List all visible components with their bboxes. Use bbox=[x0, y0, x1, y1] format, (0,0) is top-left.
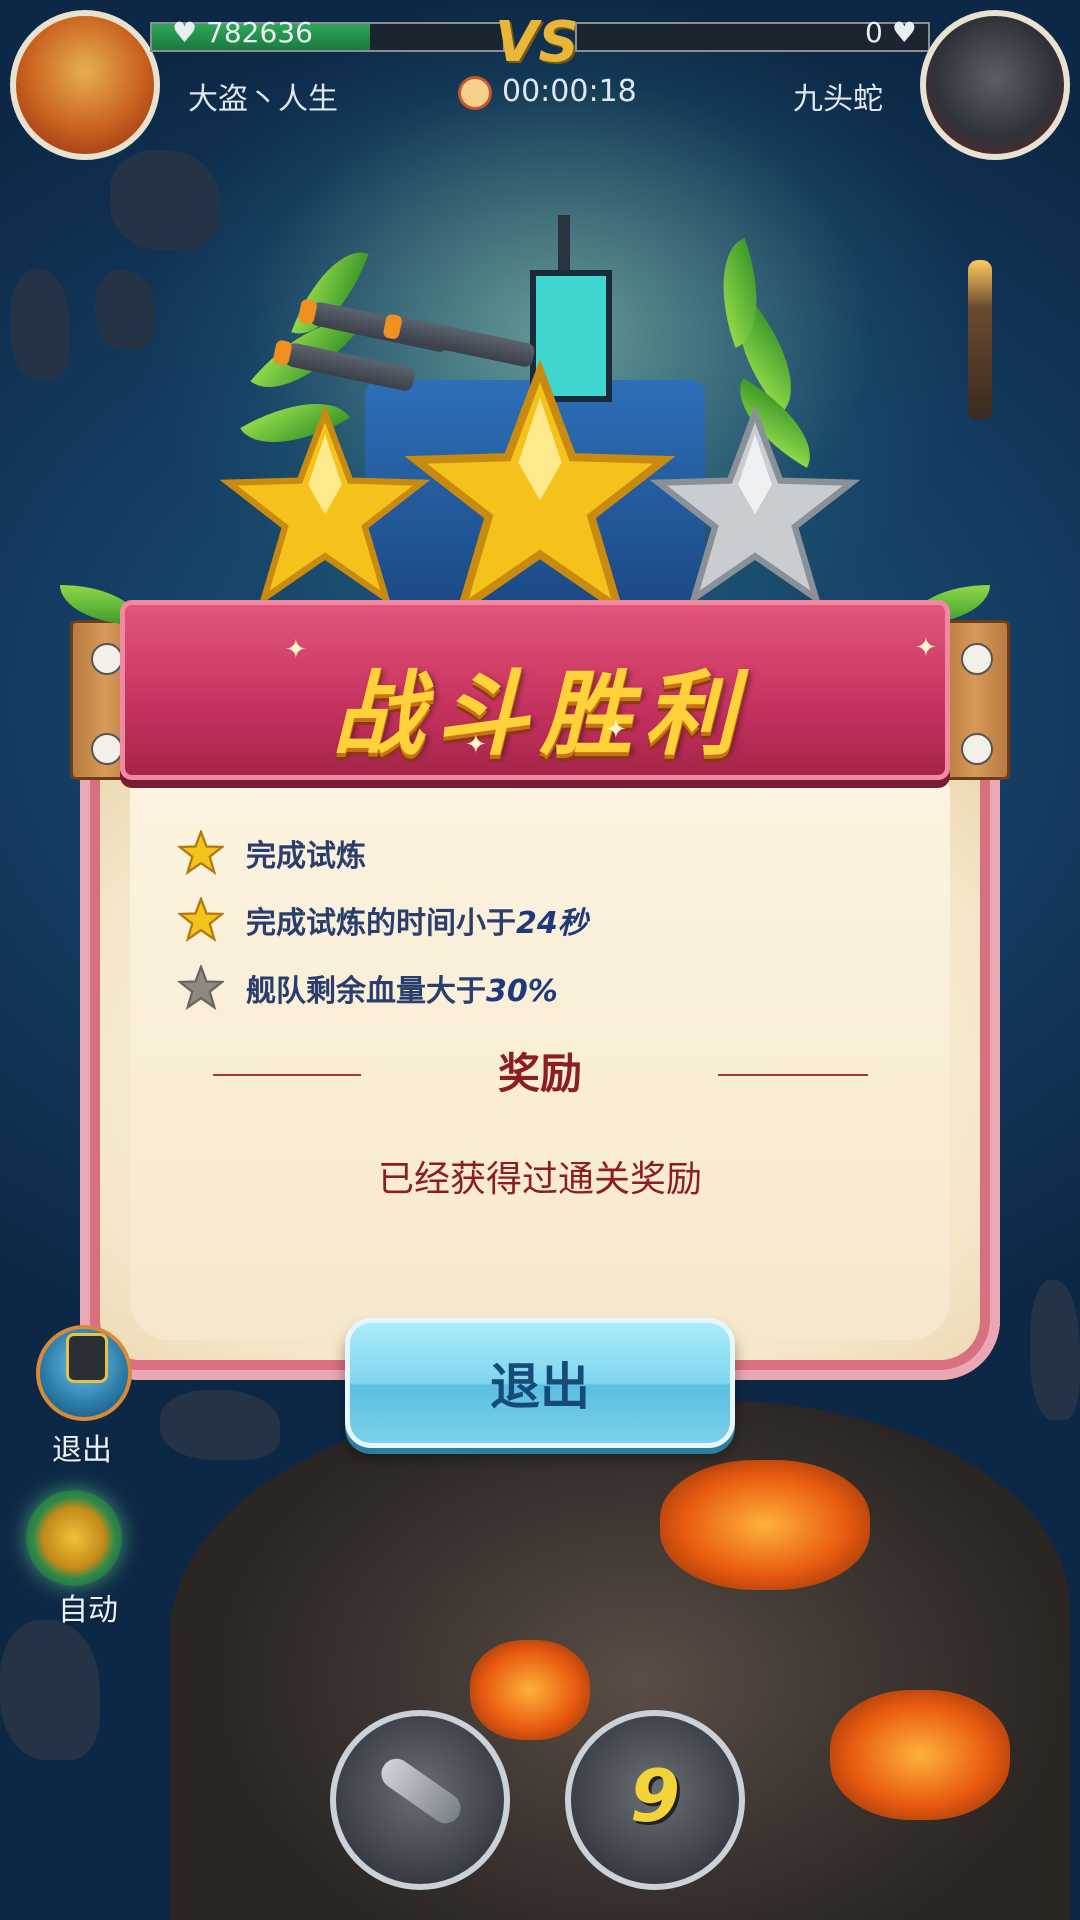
sea-rock bbox=[95, 270, 155, 350]
opponent-avatar[interactable] bbox=[920, 10, 1070, 160]
sea-rock bbox=[0, 1620, 100, 1760]
victory-title: 战斗胜利 bbox=[331, 661, 748, 768]
skill-charge-count: 9 bbox=[629, 1754, 681, 1838]
auto-gear-icon[interactable] bbox=[26, 1490, 122, 1586]
sparkle-icon: ✦ bbox=[465, 730, 487, 760]
sea-rock bbox=[160, 1390, 280, 1460]
player-hp-readout: ♥ 782636 bbox=[172, 16, 313, 49]
exit-button-label: 退出 bbox=[490, 1358, 590, 1416]
bolt-icon bbox=[961, 643, 993, 675]
auto-label[interactable]: 自动 bbox=[58, 1585, 118, 1629]
opponent-hp-value: 0 bbox=[865, 16, 883, 49]
requirement-value: 24秒 bbox=[516, 906, 588, 941]
skill-missile-barrage[interactable] bbox=[330, 1710, 510, 1890]
player-name: 大盗丶人生 bbox=[188, 82, 338, 117]
bolt-icon bbox=[91, 643, 123, 675]
player-avatar[interactable] bbox=[10, 10, 160, 160]
battle-timer: 00:00:18 bbox=[502, 74, 637, 109]
exit-button[interactable]: 退出 bbox=[345, 1318, 735, 1448]
sea-rock bbox=[10, 270, 70, 380]
star-unachieved-icon bbox=[178, 965, 224, 1011]
retreat-label[interactable]: 退出 bbox=[52, 1425, 112, 1469]
requirement-text: 舰队剩余血量大于30% bbox=[246, 974, 558, 1009]
skill-bomb-strike[interactable]: 9 bbox=[565, 1710, 745, 1890]
heart-icon: ♥ bbox=[891, 16, 917, 49]
bolt-icon bbox=[961, 733, 993, 765]
sea-rock bbox=[110, 150, 220, 250]
requirement-2: 完成试炼的时间小于24秒 bbox=[178, 895, 588, 945]
requirement-3: 舰队剩余血量大于30% bbox=[178, 963, 558, 1013]
sparkle-icon: ✦ bbox=[605, 715, 627, 745]
victory-banner: 战斗胜利 ✦ ✦ ✦ ✦ bbox=[120, 600, 950, 780]
lava-crater bbox=[830, 1690, 1010, 1820]
opponent-hp-readout: 0 ♥ bbox=[865, 16, 917, 49]
requirement-text: 完成试炼 bbox=[246, 839, 366, 874]
requirement-value: 30% bbox=[486, 974, 558, 1009]
sea-rock bbox=[1030, 1280, 1080, 1420]
star-achieved-icon bbox=[178, 897, 224, 943]
reward-heading: 奖励 bbox=[497, 1049, 582, 1098]
burning-ship bbox=[968, 260, 992, 420]
lava-crater bbox=[470, 1640, 590, 1740]
megaphone-icon bbox=[66, 1333, 108, 1383]
sparkle-icon: ✦ bbox=[915, 633, 937, 663]
clock-icon bbox=[458, 76, 492, 110]
sparkle-icon: ✦ bbox=[285, 635, 307, 665]
missile-icon bbox=[375, 1752, 467, 1830]
result-star-1 bbox=[220, 405, 430, 606]
requirement-text: 完成试炼的时间小于24秒 bbox=[246, 906, 588, 941]
retreat-icon[interactable] bbox=[36, 1325, 132, 1421]
bolt-icon bbox=[91, 733, 123, 765]
lava-crater bbox=[660, 1460, 870, 1590]
requirement-1: 完成试炼 bbox=[178, 828, 366, 878]
result-star-2 bbox=[405, 360, 675, 619]
vs-label: VS bbox=[495, 10, 579, 75]
star-achieved-icon bbox=[178, 830, 224, 876]
heart-icon: ♥ bbox=[172, 16, 198, 49]
reward-message: 已经获得过通关奖励 bbox=[377, 1159, 702, 1200]
opponent-name: 九头蛇 bbox=[793, 82, 883, 117]
result-star-3 bbox=[650, 405, 860, 606]
player-hp-value: 782636 bbox=[206, 16, 313, 49]
